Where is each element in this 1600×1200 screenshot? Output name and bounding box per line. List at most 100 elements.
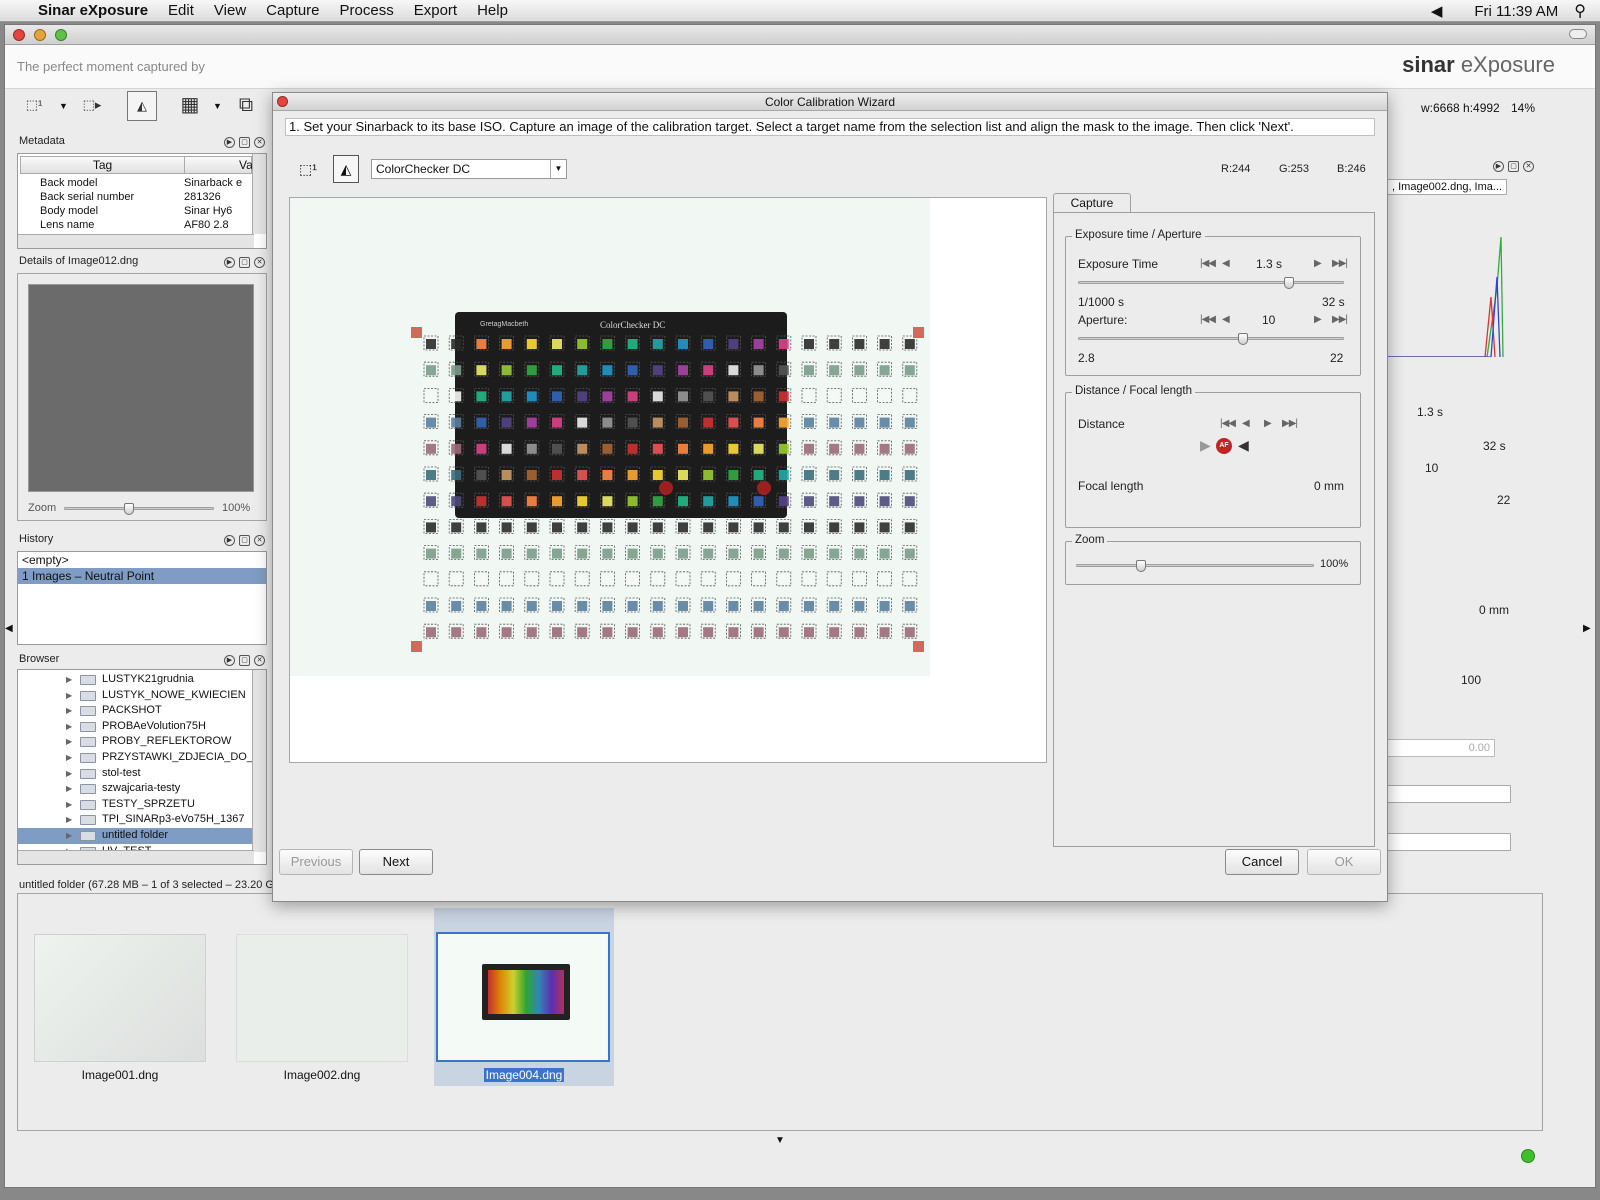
distance-first-icon[interactable]: |◀◀ [1220, 418, 1236, 429]
target-icon[interactable]: ◭ [333, 155, 359, 183]
panel-detach-icon[interactable]: ▢ [239, 257, 250, 268]
metadata-scrollbar[interactable] [252, 154, 266, 234]
right-tab[interactable]: , Image002.dng, Ima... [1387, 179, 1507, 195]
capture-series-icon[interactable]: ⬚▸ [77, 91, 107, 121]
previous-button[interactable]: Previous [279, 849, 353, 875]
collapse-right-icon[interactable]: ▶ [1583, 623, 1591, 634]
spotlight-search-icon[interactable]: ⚲ [1574, 1, 1586, 21]
folder-item[interactable]: ▶ untitled folder [18, 827, 252, 844]
expand-arrow-icon[interactable]: ▶ [66, 812, 72, 828]
table-row[interactable]: Lens name AF80 2.8 [40, 218, 252, 232]
exposure-last-icon[interactable]: ▶▶| [1332, 258, 1348, 269]
panel-expand-icon[interactable]: ▶ [224, 257, 235, 268]
expand-arrow-icon[interactable]: ▶ [66, 672, 72, 688]
exposure-first-icon[interactable]: |◀◀ [1200, 258, 1216, 269]
expand-arrow-icon[interactable]: ▶ [66, 688, 72, 704]
menu-export[interactable]: Export [404, 2, 467, 19]
distance-prev-icon[interactable]: ◀ [1242, 418, 1250, 429]
panel-detach-icon[interactable]: ▢ [239, 137, 250, 148]
aperture-first-icon[interactable]: |◀◀ [1200, 314, 1216, 325]
panel-expand-icon[interactable]: ▶ [1493, 161, 1504, 172]
next-button[interactable]: Next [359, 849, 433, 875]
menu-capture[interactable]: Capture [256, 2, 329, 19]
zoom-window-button[interactable] [55, 29, 67, 41]
autofocus-button[interactable]: AF [1216, 438, 1232, 454]
grid-overlay-icon[interactable]: ▦ [175, 91, 205, 121]
thumbnail-3-selected[interactable]: Image004.dng [434, 908, 614, 1086]
right-number-field[interactable]: 0.00 [1387, 739, 1495, 757]
zoom-slider[interactable] [1076, 560, 1314, 572]
folder-item[interactable]: ▶ szwajcaria-testy [18, 781, 252, 797]
folder-item[interactable]: ▶ PROBY_REFLEKTOROW [18, 734, 252, 750]
column-value[interactable]: Va [239, 157, 253, 173]
details-zoom-slider[interactable] [64, 503, 214, 515]
folder-item[interactable]: ▶ PACKSHOT [18, 703, 252, 719]
minimize-window-button[interactable] [34, 29, 46, 41]
aperture-slider[interactable] [1078, 333, 1344, 345]
panel-detach-icon[interactable]: ▢ [239, 655, 250, 666]
chevron-down-icon[interactable]: ▼ [550, 160, 566, 178]
collapse-left-icon[interactable]: ◀ [5, 623, 13, 634]
menu-edit[interactable]: Edit [158, 2, 204, 19]
color-checker-overlay[interactable]: GretagMacbeth ColorChecker DC [290, 198, 930, 676]
dialog-close-button[interactable] [277, 96, 288, 107]
expand-arrow-icon[interactable]: ▶ [66, 719, 72, 735]
expand-arrow-icon[interactable]: ▶ [66, 797, 72, 813]
panel-detach-icon[interactable]: ▢ [239, 535, 250, 546]
right-select-1[interactable] [1387, 785, 1511, 803]
capture-tab[interactable]: Capture [1053, 193, 1131, 213]
panel-close-icon[interactable]: ✕ [254, 257, 265, 268]
details-zoom-knob[interactable] [124, 503, 134, 515]
expand-arrow-icon[interactable]: ▶ [66, 703, 72, 719]
expand-arrow-icon[interactable]: ▶ [66, 828, 72, 844]
folder-item[interactable]: ▶ PRZYSTAWKI_ZDJECIA_DO_P [18, 750, 260, 766]
list-item[interactable]: 1 Images – Neutral Point [18, 568, 266, 584]
play-back-icon[interactable]: ◀ [1238, 437, 1249, 454]
menu-clock[interactable]: Fri 11:39 AM [1474, 3, 1558, 20]
close-window-button[interactable] [13, 29, 25, 41]
aperture-prev-icon[interactable]: ◀ [1222, 314, 1230, 325]
zoom-slider-knob[interactable] [1136, 560, 1146, 572]
distance-next-icon[interactable]: ▶ [1264, 418, 1272, 429]
exposure-slider-knob[interactable] [1284, 277, 1294, 289]
capture-one-icon[interactable]: ⬚¹ [19, 91, 49, 121]
volume-icon[interactable]: ◀ [1431, 2, 1443, 20]
folder-item[interactable]: ▶ TESTY_SPRZETU [18, 797, 252, 813]
table-row[interactable]: Back model Sinarback e [40, 176, 252, 190]
menu-app[interactable]: Sinar eXposure [28, 2, 158, 19]
calibration-target-icon[interactable]: ◭ [127, 91, 157, 121]
menu-view[interactable]: View [204, 2, 256, 19]
panel-close-icon[interactable]: ✕ [254, 535, 265, 546]
folder-item[interactable]: ▶ TPI_SINARp3-eVo75H_1367 [18, 812, 252, 828]
table-row[interactable]: Back serial number 281326 [40, 190, 252, 204]
collapse-bottom-icon[interactable]: ▼ [775, 1135, 785, 1146]
exposure-prev-icon[interactable]: ◀ [1222, 258, 1230, 269]
column-tag[interactable]: Tag [21, 157, 185, 173]
menu-help[interactable]: Help [467, 2, 518, 19]
exposure-slider[interactable] [1078, 277, 1344, 289]
expand-arrow-icon[interactable]: ▶ [66, 766, 72, 782]
aperture-slider-knob[interactable] [1238, 333, 1248, 345]
toolbar-toggle-button[interactable] [1569, 29, 1587, 39]
browser-hscrollbar[interactable] [18, 850, 254, 864]
right-select-2[interactable] [1387, 833, 1511, 851]
folder-item[interactable]: ▶ PROBAeVolution75H [18, 719, 252, 735]
list-item[interactable]: <empty> [18, 552, 266, 568]
metadata-hscrollbar[interactable] [18, 234, 254, 248]
capture-image-icon[interactable]: ⬚¹ [293, 155, 323, 183]
aperture-next-icon[interactable]: ▶ [1314, 314, 1322, 325]
expand-arrow-icon[interactable]: ▶ [66, 781, 72, 797]
distance-last-icon[interactable]: ▶▶| [1282, 418, 1298, 429]
panel-detach-icon[interactable]: ▢ [1508, 161, 1519, 172]
aperture-last-icon[interactable]: ▶▶| [1332, 314, 1348, 325]
panel-close-icon[interactable]: ✕ [1523, 161, 1534, 172]
calibration-preview[interactable]: GretagMacbeth ColorChecker DC [289, 197, 1047, 763]
cancel-button[interactable]: Cancel [1225, 849, 1299, 875]
browser-scrollbar[interactable] [252, 670, 266, 852]
panel-expand-icon[interactable]: ▶ [224, 137, 235, 148]
play-forward-icon[interactable]: ▶ [1200, 437, 1211, 454]
exposure-next-icon[interactable]: ▶ [1314, 258, 1322, 269]
panel-expand-icon[interactable]: ▶ [224, 655, 235, 666]
expand-arrow-icon[interactable]: ▶ [66, 734, 72, 750]
panel-expand-icon[interactable]: ▶ [224, 535, 235, 546]
